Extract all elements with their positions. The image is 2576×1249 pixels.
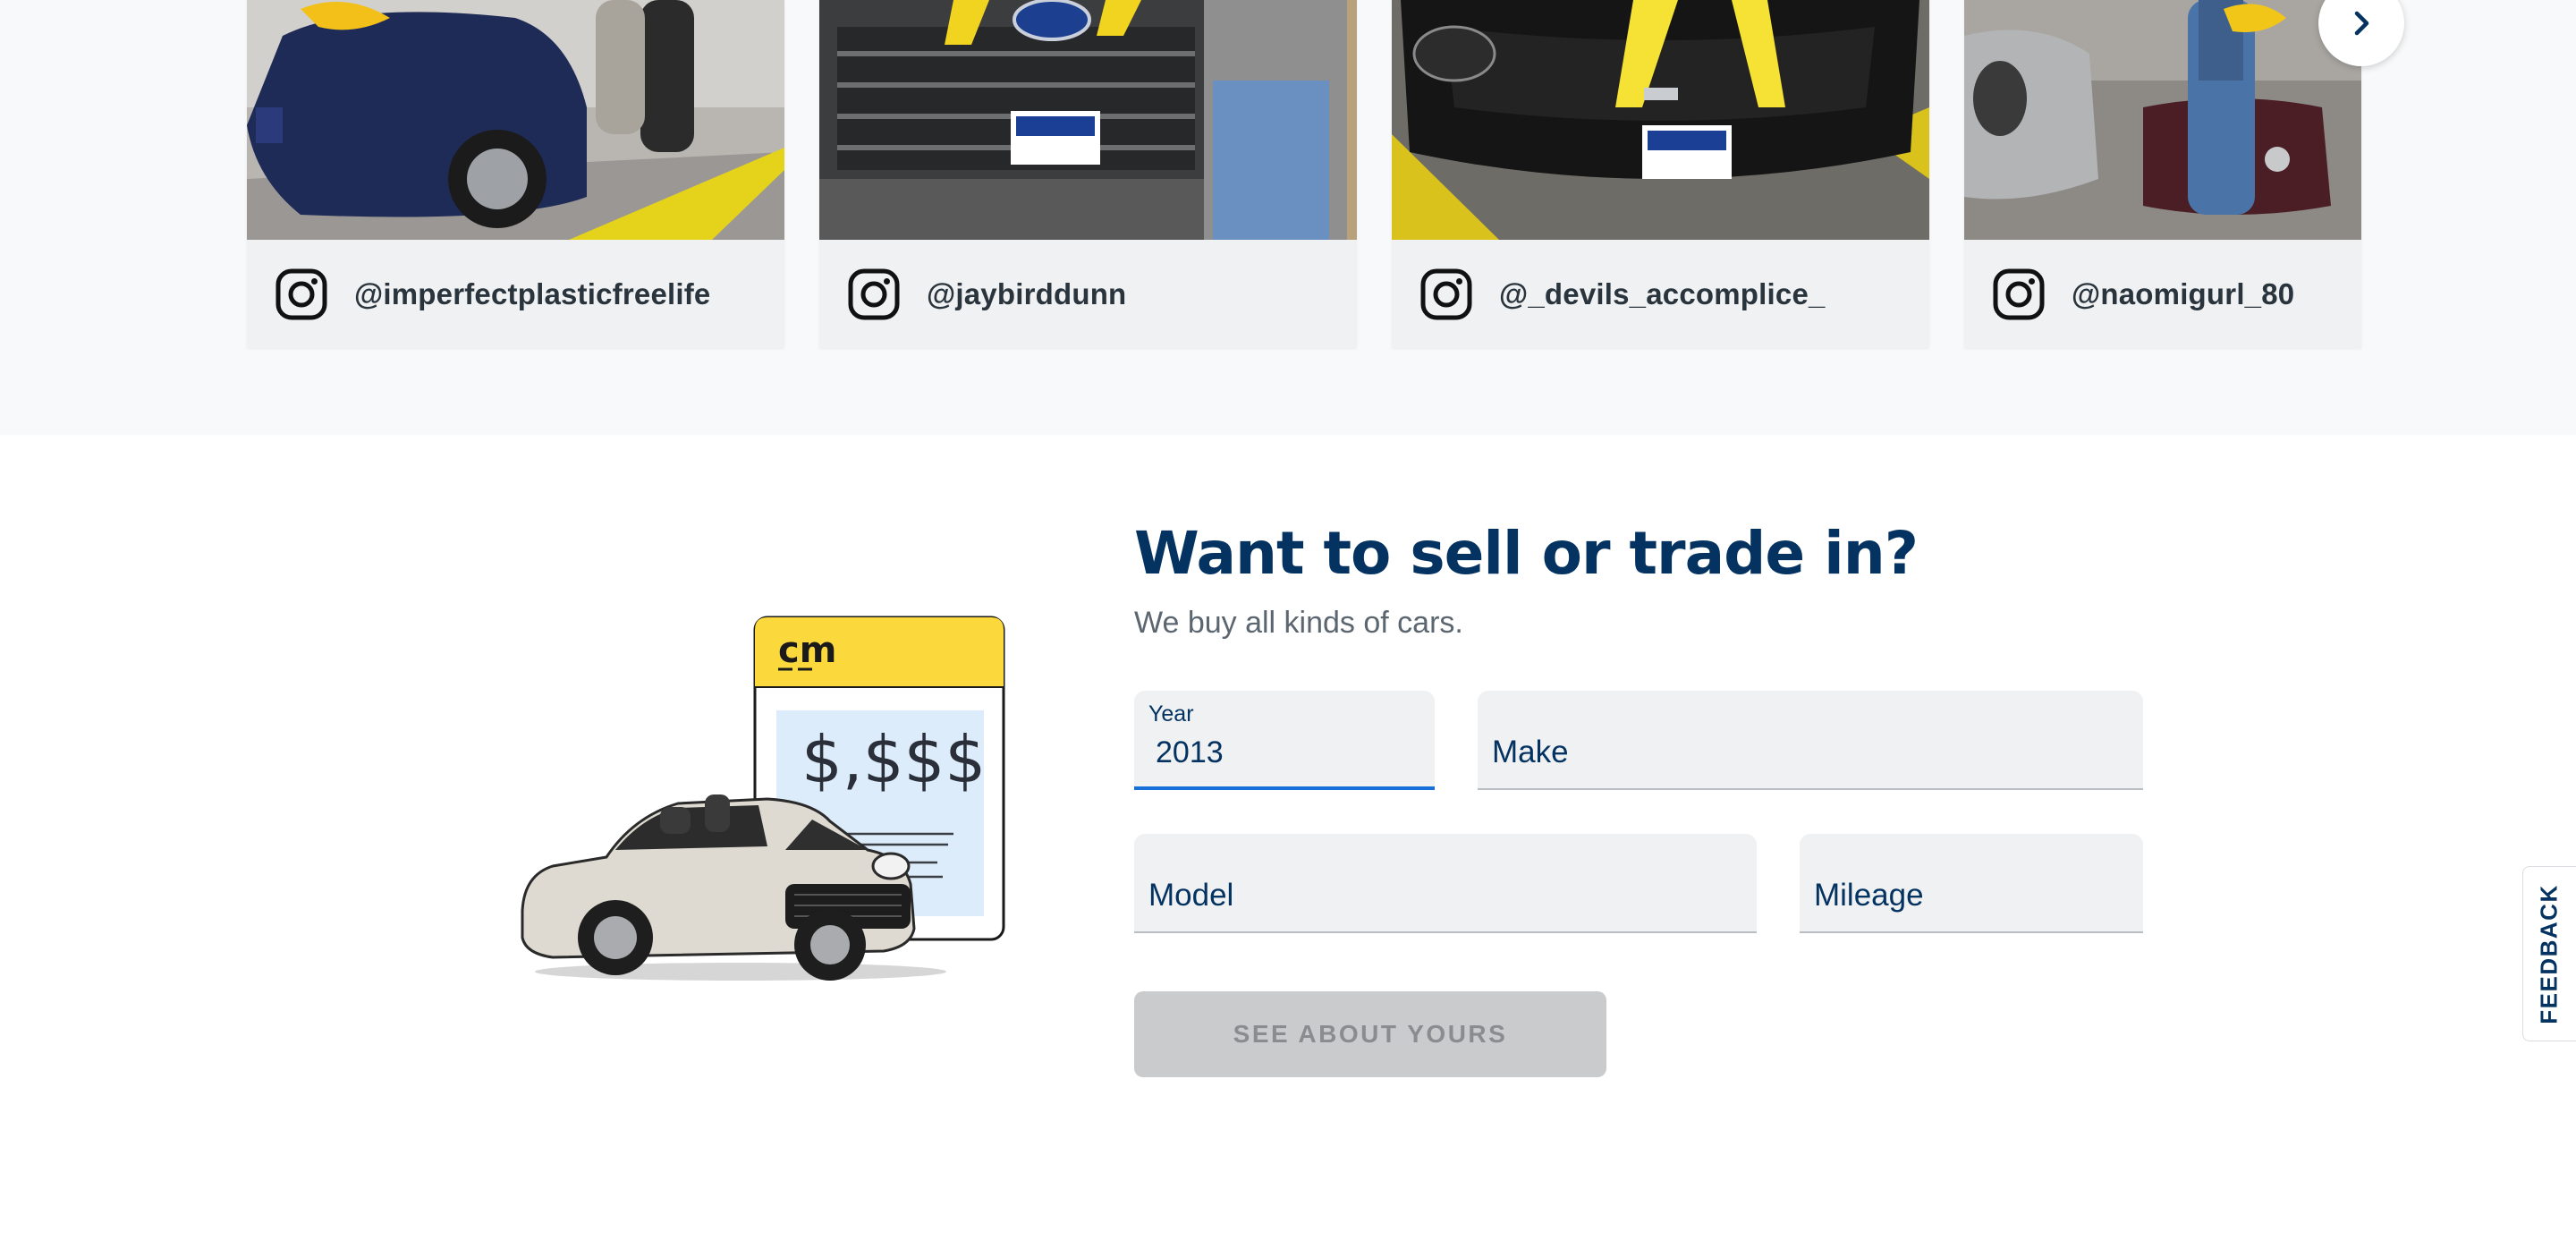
customer-photo xyxy=(1392,0,1929,240)
instagram-icon xyxy=(1420,268,1472,319)
customer-photo xyxy=(1964,0,2361,240)
chevron-right-icon xyxy=(2354,11,2369,36)
price-placeholder-text: $,$$$ xyxy=(801,722,986,797)
instagram-icon xyxy=(275,268,327,319)
card-caption: @jaybirddunn xyxy=(819,240,1357,348)
instagram-icon xyxy=(848,268,900,319)
feedback-label: FEEDBACK xyxy=(2536,883,2563,1024)
carousel-card[interactable]: @jaybirddunn xyxy=(819,0,1357,348)
card-caption: @naomigurl_80 xyxy=(1964,240,2361,348)
make-field[interactable]: Make xyxy=(1478,691,2143,790)
instagram-handle[interactable]: @imperfectplasticfreelife xyxy=(354,277,711,311)
instagram-handle[interactable]: @naomigurl_80 xyxy=(2072,277,2294,311)
customer-photo xyxy=(247,0,784,240)
carousel-card[interactable]: @imperfectplasticfreelife xyxy=(247,0,784,348)
carousel-card[interactable]: @_devils_accomplice_ xyxy=(1392,0,1929,348)
year-field[interactable]: Year 2013 xyxy=(1134,691,1435,790)
mileage-field[interactable]: Mileage xyxy=(1800,834,2143,933)
see-about-yours-button[interactable]: SEE ABOUT YOURS xyxy=(1134,991,1606,1077)
card-caption: @_devils_accomplice_ xyxy=(1392,240,1929,348)
year-label: Year xyxy=(1148,701,1194,726)
make-placeholder: Make xyxy=(1492,735,1569,769)
model-placeholder: Model xyxy=(1148,878,1234,913)
feedback-tab[interactable]: FEEDBACK xyxy=(2522,866,2576,1041)
instagram-handle[interactable]: @_devils_accomplice_ xyxy=(1499,277,1826,311)
instagram-icon xyxy=(1993,268,2045,319)
sell-car-illustration: cm $,$$$ xyxy=(517,616,1007,982)
carmax-logo-text: cm xyxy=(778,630,836,671)
sell-heading: Want to sell or trade in? xyxy=(1134,519,1919,588)
year-value[interactable]: 2013 xyxy=(1156,735,1224,770)
carousel-card[interactable]: @naomigurl_80 xyxy=(1964,0,2361,348)
instagram-handle[interactable]: @jaybirddunn xyxy=(927,277,1126,311)
model-field[interactable]: Model xyxy=(1134,834,1757,933)
card-caption: @imperfectplasticfreelife xyxy=(247,240,784,348)
sell-subheading: We buy all kinds of cars. xyxy=(1134,606,1463,640)
customer-photo xyxy=(819,0,1357,240)
mileage-placeholder: Mileage xyxy=(1814,878,1924,913)
customer-photo-carousel: @imperfectplasticfreelife @jaybirddunn @… xyxy=(0,0,2576,435)
